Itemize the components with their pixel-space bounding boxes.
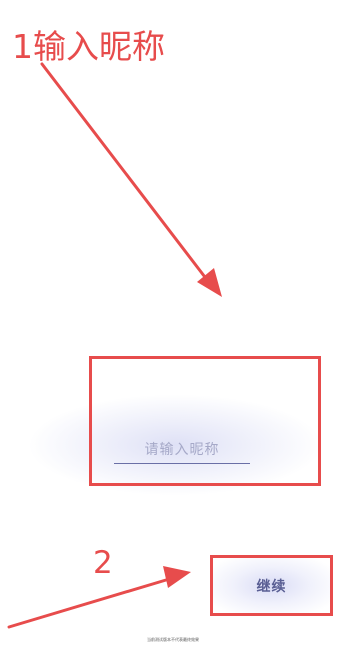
- app-screen: 继续 当前测试版本不代表最终效果 1输入昵称 2: [0, 0, 346, 645]
- annotation-step1-label: 1输入昵称: [12, 27, 165, 66]
- annotation-arrow-1-shaft: [40, 62, 213, 287]
- annotation-arrow-2-shaft: [7, 575, 178, 629]
- annotation-arrows: [7, 62, 222, 629]
- annotation-step2-label: 2: [93, 545, 113, 581]
- annotation-arrow-2-head: [163, 566, 191, 588]
- footer-note: 当前测试版本不代表最终效果: [147, 637, 199, 642]
- nickname-input[interactable]: [114, 437, 250, 464]
- continue-button[interactable]: 继续: [214, 566, 329, 606]
- annotation-arrow-1-head: [197, 268, 222, 297]
